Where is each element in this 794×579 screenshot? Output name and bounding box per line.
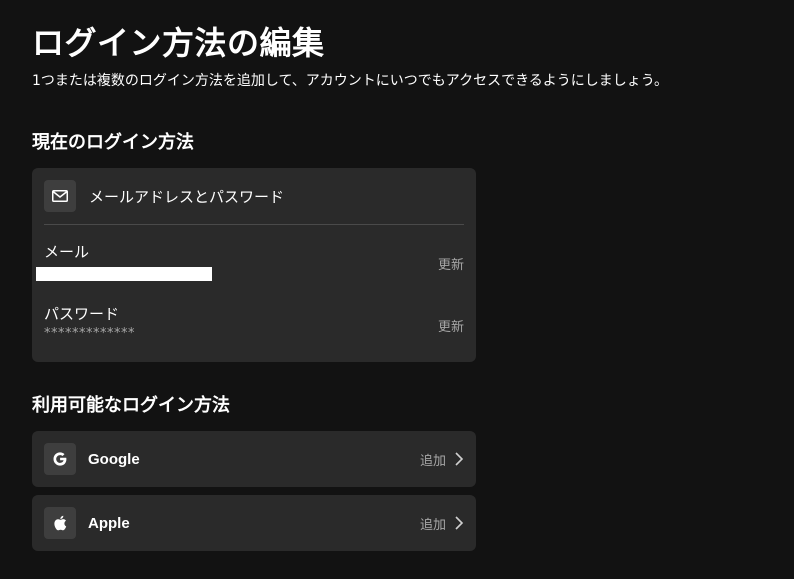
available-methods-heading: 利用可能なログイン方法 [32,395,230,416]
google-icon [44,443,76,475]
login-methods-page: ログイン方法の編集 1つまたは複数のログイン方法を追加して、アカウントにいつでも… [0,0,794,579]
google-label: Google [88,450,140,468]
update-password-link[interactable]: 更新 [438,316,464,335]
current-method-card: メールアドレスとパスワード メール 更新 パスワード *************… [32,168,476,362]
email-value-redacted [36,267,212,281]
password-label: パスワード [44,305,120,323]
apple-label: Apple [88,514,130,532]
apple-add-label: 追加 [419,517,446,533]
password-value: ************* [44,326,135,341]
google-add-label: 追加 [419,453,446,469]
page-title: ログイン方法の編集 [32,24,325,62]
current-methods-heading: 現在のログイン方法 [32,132,194,153]
current-method-header: メールアドレスとパスワード [44,180,284,212]
add-apple-row[interactable]: Apple 追加 [32,495,476,551]
chevron-right-icon [454,515,464,531]
add-google-row[interactable]: Google 追加 [32,431,476,487]
chevron-right-icon [454,451,464,467]
page-subtitle: 1つまたは複数のログイン方法を追加して、アカウントにいつでもアクセスできるように… [32,73,668,89]
update-email-link[interactable]: 更新 [438,254,464,273]
current-method-label: メールアドレスとパスワード [89,187,285,206]
mail-icon [44,180,76,212]
apple-icon [44,507,76,539]
divider [44,224,464,225]
email-label: メール [44,243,90,261]
